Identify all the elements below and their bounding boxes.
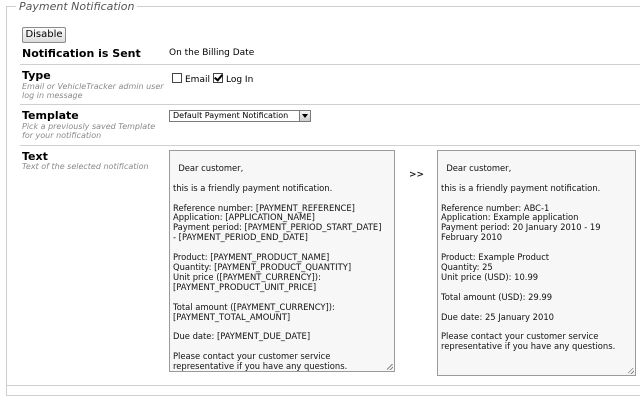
row-divider	[20, 145, 640, 146]
bottom-divider	[6, 385, 640, 386]
chevron-down-icon[interactable]	[299, 111, 310, 121]
template-select[interactable]: Default Payment Notification	[169, 110, 311, 122]
notification-sent-label: Notification is Sent	[22, 47, 141, 60]
email-checkbox[interactable]	[172, 73, 182, 83]
fieldset-legend: Payment Notification	[16, 0, 138, 13]
login-option[interactable]: Log In	[213, 73, 253, 85]
template-text-editor[interactable]: Dear customer, this is a friendly paymen…	[169, 150, 395, 372]
template-text-content: Dear customer, this is a friendly paymen…	[173, 162, 382, 372]
type-hint: Email or VehicleTracker admin user log i…	[22, 82, 164, 100]
login-option-label: Log In	[226, 75, 254, 85]
login-checkbox[interactable]	[213, 73, 223, 83]
notification-sent-value: On the Billing Date	[169, 48, 255, 58]
text-hint: Text of the selected notification	[22, 162, 149, 171]
email-option-label: Email	[185, 75, 210, 85]
resize-grip-icon[interactable]	[628, 368, 634, 374]
email-option[interactable]: Email	[172, 73, 210, 85]
template-select-value: Default Payment Notification	[173, 111, 289, 120]
template-hint: Pick a previously saved Template for you…	[22, 122, 156, 140]
resize-grip-icon[interactable]	[387, 364, 393, 370]
row-divider	[20, 104, 640, 105]
preview-text-content: Dear customer, this is a friendly paymen…	[441, 162, 616, 352]
type-label: Type	[22, 69, 51, 82]
row-divider	[20, 64, 640, 65]
preview-text-area[interactable]: Dear customer, this is a friendly paymen…	[437, 150, 636, 376]
preview-arrow: >>	[409, 170, 425, 180]
template-label: Template	[22, 109, 79, 122]
disable-button[interactable]: Disable	[22, 27, 66, 43]
